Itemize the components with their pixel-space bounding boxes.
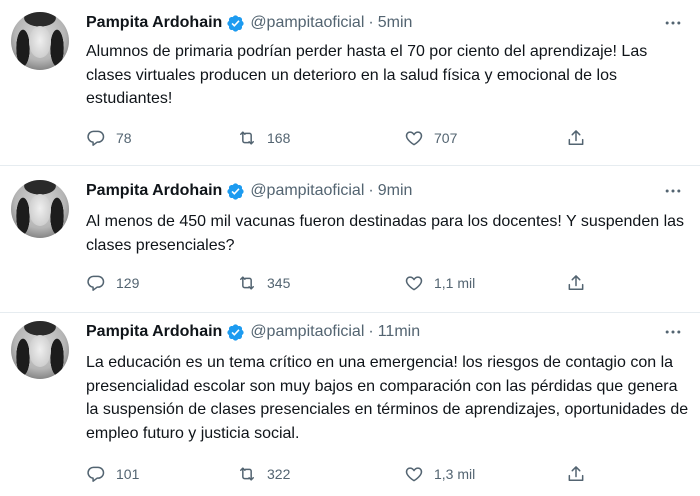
tweet-text: Al menos de 450 mil vacunas fueron desti…: [86, 213, 685, 254]
more-options-icon[interactable]: [662, 321, 684, 343]
tweet-text: Alumnos de primaria podrían perder hasta…: [86, 43, 648, 107]
timestamp[interactable]: 11min: [378, 323, 420, 341]
tweet-text: La educación es un tema crítico en una e…: [86, 354, 689, 442]
reply-button[interactable]: 129: [86, 271, 139, 295]
share-icon: [568, 130, 584, 145]
verified-badge-icon: [226, 14, 245, 33]
reply-icon: [87, 130, 105, 146]
like-button[interactable]: 1,3 mil: [404, 462, 475, 486]
retweet-button[interactable]: 345: [237, 271, 290, 295]
tweet-actions: 129 345 1,1 mil: [86, 271, 606, 295]
reply-icon: [87, 466, 105, 482]
retweet-count: 345: [267, 275, 291, 291]
separator-dot: ·: [368, 182, 374, 199]
retweet-count: 322: [267, 466, 291, 482]
timestamp[interactable]: 9min: [378, 182, 413, 200]
tweet-header: Pampita Ardohain @pampitaoficial · 5min: [86, 12, 412, 34]
retweet-icon: [240, 467, 254, 481]
like-icon: [405, 276, 423, 291]
verified-badge-icon: [226, 323, 245, 342]
author-handle[interactable]: @pampitaoficial: [250, 323, 364, 341]
like-icon: [405, 467, 423, 482]
reply-count: 78: [116, 130, 132, 146]
share-button[interactable]: [566, 126, 586, 150]
retweet-button[interactable]: 322: [237, 462, 290, 486]
tweet[interactable]: Pampita Ardohain @pampitaoficial · 9min …: [0, 166, 700, 313]
verified-badge-icon: [226, 182, 245, 201]
share-button[interactable]: [566, 462, 586, 486]
author-name[interactable]: Pampita Ardohain: [86, 323, 222, 341]
retweet-icon: [240, 131, 254, 145]
tweet[interactable]: Pampita Ardohain @pampitaoficial · 5min …: [0, 0, 700, 166]
avatar[interactable]: [11, 321, 69, 379]
share-button[interactable]: [566, 271, 586, 295]
tweet-header: Pampita Ardohain @pampitaoficial · 11min: [86, 321, 420, 343]
tweet-actions: 101 322 1,3 mil: [86, 462, 606, 486]
like-count: 707: [434, 130, 458, 146]
reply-button[interactable]: 78: [86, 126, 132, 150]
reply-button[interactable]: 101: [86, 462, 139, 486]
tweet-feed: Pampita Ardohain @pampitaoficial · 5min …: [0, 0, 700, 496]
like-button[interactable]: 707: [404, 126, 457, 150]
retweet-icon: [240, 276, 254, 290]
like-count: 1,1 mil: [434, 275, 476, 291]
retweet-count: 168: [267, 130, 291, 146]
reply-count: 129: [116, 275, 140, 291]
like-button[interactable]: 1,1 mil: [404, 271, 475, 295]
like-icon: [405, 131, 423, 146]
reply-count: 101: [116, 466, 140, 482]
author-name[interactable]: Pampita Ardohain: [86, 14, 222, 32]
separator-dot: ·: [368, 323, 374, 340]
author-handle[interactable]: @pampitaoficial: [250, 14, 364, 32]
like-count: 1,3 mil: [434, 466, 476, 482]
tweet[interactable]: Pampita Ardohain @pampitaoficial · 11min…: [0, 313, 700, 496]
timestamp[interactable]: 5min: [378, 14, 413, 32]
separator-dot: ·: [368, 14, 374, 31]
share-icon: [568, 275, 584, 290]
more-options-icon[interactable]: [662, 12, 684, 34]
author-name[interactable]: Pampita Ardohain: [86, 182, 222, 200]
avatar[interactable]: [11, 12, 69, 70]
reply-icon: [87, 275, 105, 291]
avatar[interactable]: [11, 180, 69, 238]
retweet-button[interactable]: 168: [237, 126, 290, 150]
more-options-icon[interactable]: [662, 180, 684, 202]
author-handle[interactable]: @pampitaoficial: [250, 182, 364, 200]
tweet-header: Pampita Ardohain @pampitaoficial · 9min: [86, 180, 412, 202]
share-icon: [568, 466, 584, 481]
tweet-actions: 78 168 707: [86, 126, 606, 150]
